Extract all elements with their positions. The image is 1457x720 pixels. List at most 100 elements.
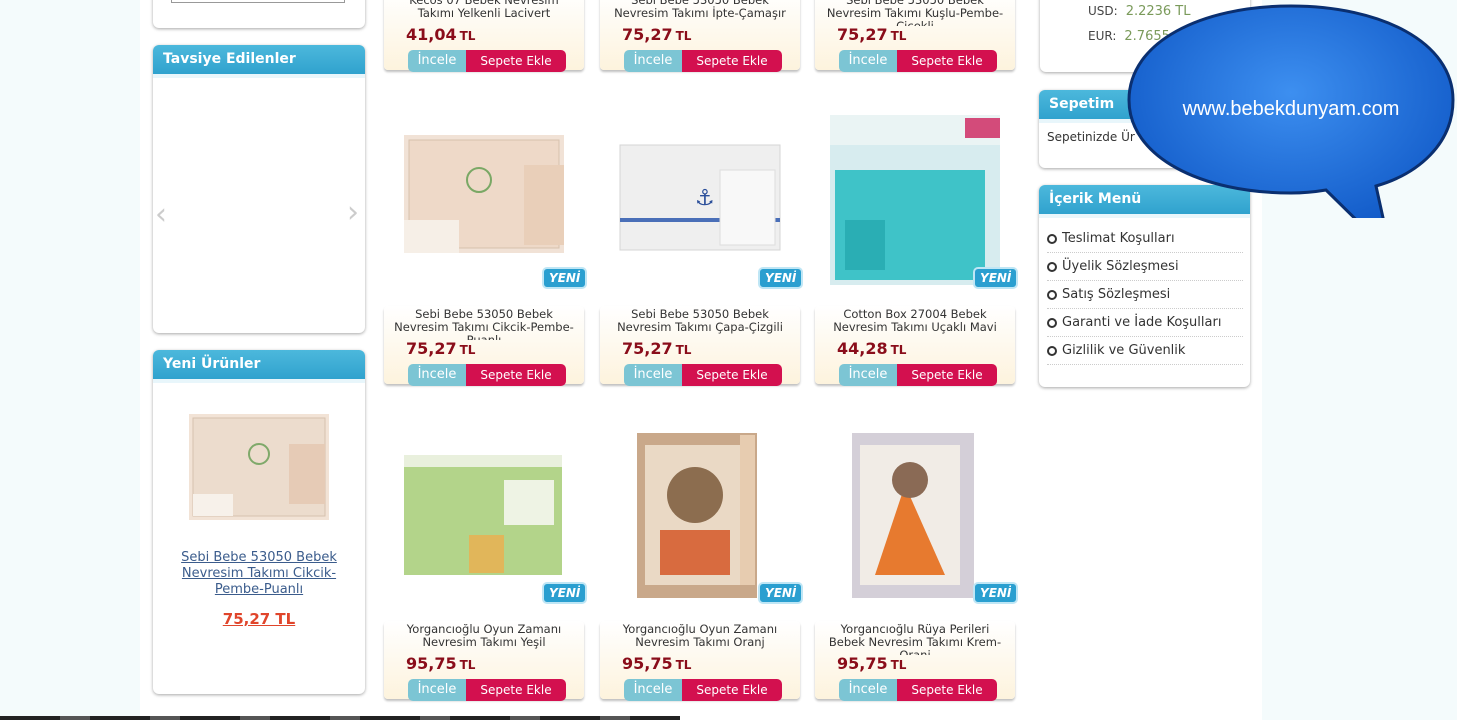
price-value: 75,27 (622, 339, 673, 358)
price-currency: TL (675, 343, 692, 357)
add-to-cart-button[interactable]: Sepete Ekle (466, 364, 566, 386)
chevron-right-icon[interactable]: › (347, 195, 359, 230)
price-value: 95,75 (622, 654, 673, 673)
product-image[interactable] (384, 425, 584, 605)
product-image[interactable]: ⚓ (600, 110, 800, 290)
product-card: Sebi Bebe 53050 Bebek Nevresim Takımı Ça… (600, 306, 800, 388)
product-card: Sebi Bebe 53050 Bebek Nevresim Takımı İp… (600, 0, 800, 74)
product-price: 75,27 TL (622, 339, 691, 358)
chevron-left-icon[interactable]: ‹ (155, 197, 167, 232)
view-button[interactable]: İncele (408, 50, 466, 72)
bullet-icon (1047, 233, 1057, 244)
eur-label: EUR: (1088, 29, 1117, 43)
price-value: 75,27 (622, 25, 673, 44)
product-card: Yorgancıoğlu Oyun Zamanı Nevresim Takımı… (600, 621, 800, 703)
new-badge: YENİ (542, 267, 588, 289)
price-value: 75,27 (406, 339, 457, 358)
product-card: Sebi Bebe 53050 Bebek Nevresim Takımı Ci… (384, 306, 584, 388)
new-badge: YENİ (758, 267, 804, 289)
view-button[interactable]: İncele (408, 679, 466, 701)
product-card: Kecos 07 Bebek Nevresim Takımı Yelkenli … (384, 0, 584, 74)
menu-item-delivery[interactable]: Teslimat Koşulları (1047, 225, 1243, 253)
product-card: Cotton Box 27004 Bebek Nevresim Takımı U… (815, 306, 1015, 388)
view-button[interactable]: İncele (408, 364, 466, 386)
price-currency: TL (675, 658, 692, 672)
product-name[interactable]: Yorgancıoğlu Rüya Perileri Bebek Nevresi… (825, 623, 1005, 655)
product-card: Yorgancıoğlu Rüya Perileri Bebek Nevresi… (815, 621, 1015, 703)
product-name[interactable]: Yorgancıoğlu Oyun Zamanı Nevresim Takımı… (394, 623, 574, 655)
bullet-icon (1047, 345, 1057, 356)
bullet-icon (1047, 289, 1057, 300)
product-name[interactable]: Sebi Bebe 53050 Bebek Nevresim Takımı Ci… (394, 308, 574, 340)
new-product-image[interactable] (189, 414, 329, 520)
price-value: 75,27 (837, 25, 888, 44)
product-name[interactable]: Sebi Bebe 53050 Bebek Nevresim Takımı Ça… (610, 308, 790, 340)
price-value: 44,28 (837, 339, 888, 358)
new-badge: YENİ (973, 582, 1019, 604)
price-currency: TL (459, 29, 476, 43)
product-price: 95,75 TL (622, 654, 691, 673)
view-button[interactable]: İncele (839, 364, 897, 386)
add-to-cart-button[interactable]: Sepete Ekle (897, 50, 997, 72)
add-to-cart-button[interactable]: Sepete Ekle (466, 50, 566, 72)
product-name[interactable]: Cotton Box 27004 Bebek Nevresim Takımı U… (825, 308, 1005, 340)
usd-label: USD: (1088, 4, 1118, 18)
view-button[interactable]: İncele (839, 50, 897, 72)
product-price: 41,04 TL (406, 25, 475, 44)
product-image[interactable] (815, 110, 1015, 290)
add-to-cart-button[interactable]: Sepete Ekle (897, 679, 997, 701)
product-name[interactable]: Sebi Bebe 53050 Bebek Nevresim Takımı İp… (610, 0, 790, 26)
new-products-title: Yeni Ürünler (153, 350, 365, 383)
add-to-cart-button[interactable]: Sepete Ekle (682, 679, 782, 701)
new-badge: YENİ (542, 582, 588, 604)
price-currency: TL (675, 29, 692, 43)
product-price: 44,28 TL (837, 339, 906, 358)
product-image[interactable] (815, 425, 1015, 605)
menu-item-membership[interactable]: Üyelik Sözleşmesi (1047, 253, 1243, 281)
menu-item-warranty[interactable]: Garanti ve İade Koşulları (1047, 309, 1243, 337)
menu-item-privacy[interactable]: Gizlilik ve Güvenlik (1047, 337, 1243, 365)
product-name[interactable]: Kecos 07 Bebek Nevresim Takımı Yelkenli … (394, 0, 574, 26)
new-product-name[interactable]: Sebi Bebe 53050 Bebek Nevresim Takımı Ci… (173, 550, 345, 598)
cart-text: Sepetinizde Ür (1047, 130, 1135, 144)
new-badge: YENİ (758, 582, 804, 604)
new-product-price[interactable]: 75,27 TL (173, 610, 345, 628)
add-to-cart-button[interactable]: Sepete Ekle (466, 679, 566, 701)
price-value: 95,75 (406, 654, 457, 673)
product-price: 75,27 TL (837, 25, 906, 44)
bullet-icon (1047, 317, 1057, 328)
recommended-box: Tavsiye Edilenler ‹ › (153, 45, 365, 333)
price-currency: TL (890, 343, 907, 357)
view-button[interactable]: İncele (624, 679, 682, 701)
product-card: Sebi Bebe 53050 Bebek Nevresim Takımı Ku… (815, 0, 1015, 74)
product-image[interactable] (600, 425, 800, 605)
svg-text:⚓: ⚓ (695, 186, 715, 211)
recommended-title: Tavsiye Edilenler (153, 45, 365, 78)
add-to-cart-button[interactable]: Sepete Ekle (897, 364, 997, 386)
price-value: 95,75 (837, 654, 888, 673)
website-url: www.bebekdunyam.com (1182, 98, 1400, 120)
view-button[interactable]: İncele (839, 679, 897, 701)
new-products-box: Yeni Ürünler Sebi Bebe 53050 Bebek Nevre… (153, 350, 365, 694)
product-name[interactable]: Sebi Bebe 53050 Bebek Nevresim Takımı Ku… (825, 0, 1005, 26)
view-button[interactable]: İncele (624, 50, 682, 72)
new-badge: YENİ (973, 267, 1019, 289)
product-card: Yorgancıoğlu Oyun Zamanı Nevresim Takımı… (384, 621, 584, 703)
search-input[interactable] (171, 0, 345, 3)
search-box (153, 0, 365, 28)
price-value: 41,04 (406, 25, 457, 44)
product-price: 75,27 TL (622, 25, 691, 44)
product-price: 95,75 TL (406, 654, 475, 673)
price-currency: TL (890, 29, 907, 43)
product-name[interactable]: Yorgancıoğlu Oyun Zamanı Nevresim Takımı… (610, 623, 790, 655)
product-price: 95,75 TL (837, 654, 906, 673)
product-image[interactable] (384, 110, 584, 290)
view-button[interactable]: İncele (624, 364, 682, 386)
price-currency: TL (459, 658, 476, 672)
add-to-cart-button[interactable]: Sepete Ekle (682, 364, 782, 386)
price-currency: TL (890, 658, 907, 672)
menu-item-sales[interactable]: Satış Sözleşmesi (1047, 281, 1243, 309)
bullet-icon (1047, 261, 1057, 272)
price-currency: TL (459, 343, 476, 357)
add-to-cart-button[interactable]: Sepete Ekle (682, 50, 782, 72)
